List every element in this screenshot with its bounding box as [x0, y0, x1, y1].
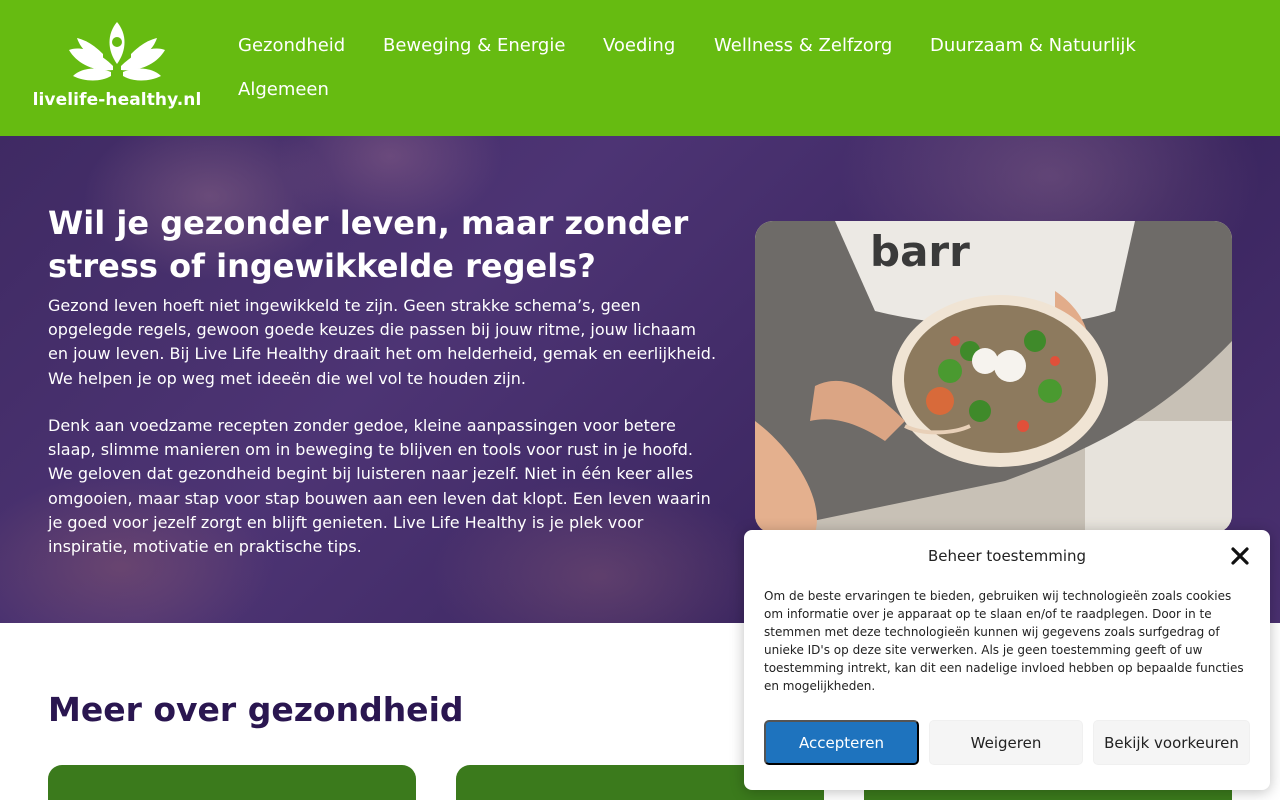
nav-item-voeding[interactable]: Voeding: [603, 35, 675, 56]
site-logo[interactable]: livelife-healthy.nl: [32, 20, 202, 116]
cookie-dialog-title: Beheer toestemming: [927, 547, 1087, 565]
hero-body-paragraph: Denk aan voedzame recepten zonder gedoe,…: [48, 416, 711, 557]
healthy-bowl-illustration: barr: [755, 221, 1232, 533]
hero-photo-healthy-bowl: barr: [755, 221, 1232, 533]
nav-item-duurzaam-natuurlijk[interactable]: Duurzaam & Natuurlijk: [930, 35, 1136, 56]
lotus-icon: [69, 22, 165, 81]
view-preferences-button[interactable]: Bekijk voorkeuren: [1093, 720, 1250, 765]
article-card[interactable]: [48, 765, 416, 800]
close-icon[interactable]: [1228, 544, 1252, 568]
cookie-dialog-text: Om de beste ervaringen te bieden, gebrui…: [764, 589, 1244, 693]
site-header: livelife-healthy.nl Gezondheid Beweging …: [0, 0, 1280, 136]
nav-item-gezondheid[interactable]: Gezondheid: [238, 35, 345, 56]
hero-intro-paragraph: Gezond leven hoeft niet ingewikkeld te z…: [48, 296, 717, 388]
logo-text: livelife-healthy.nl: [32, 90, 202, 110]
section-title: Meer over gezondheid: [48, 690, 464, 729]
deny-button[interactable]: Weigeren: [929, 720, 1083, 765]
shirt-text: barr: [870, 227, 970, 276]
accept-button[interactable]: Accepteren: [764, 720, 919, 765]
cookie-consent-dialog: Beheer toestemming Om de beste ervaringe…: [744, 530, 1270, 790]
nav-item-beweging-energie[interactable]: Beweging & Energie: [383, 35, 565, 56]
nav-item-wellness-zelfzorg[interactable]: Wellness & Zelfzorg: [714, 35, 892, 56]
hero-title: Wil je gezonder leven, maar zonder stres…: [48, 204, 689, 285]
nav-item-algemeen[interactable]: Algemeen: [238, 79, 329, 100]
